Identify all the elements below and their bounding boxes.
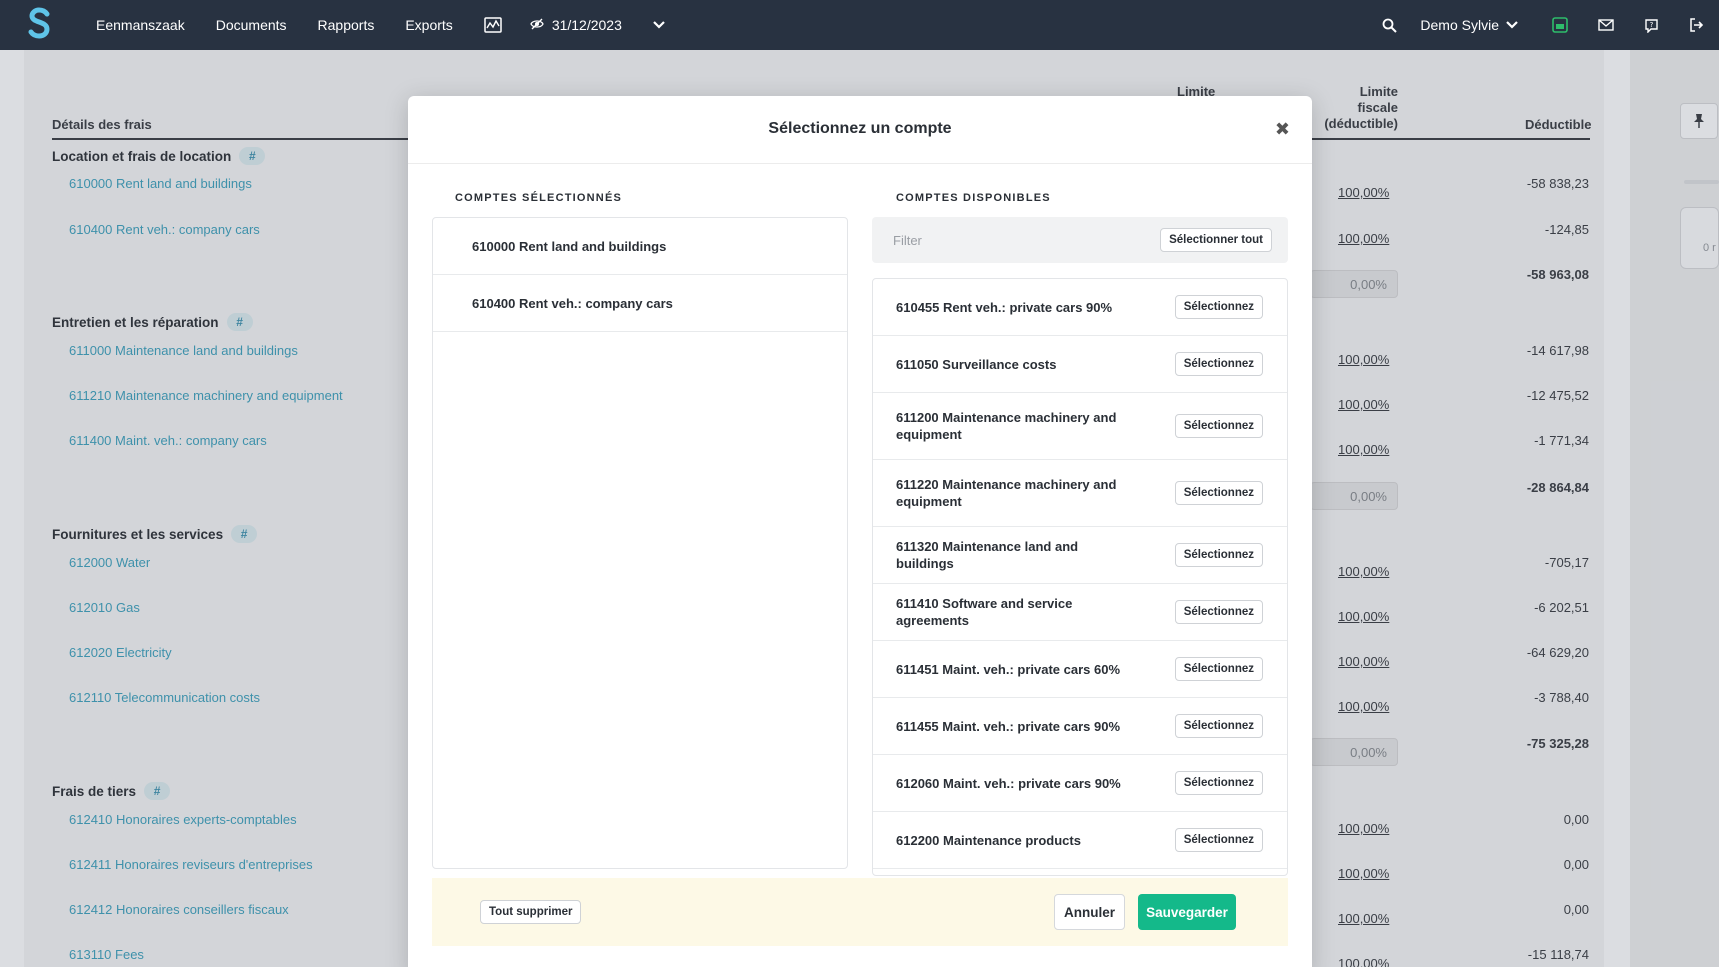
chevron-down-icon[interactable] <box>652 20 666 30</box>
available-account-item: 612200 Maintenance products Sélectionnez <box>873 812 1287 869</box>
save-button[interactable]: Sauvegarder <box>1138 894 1236 930</box>
user-name: Demo Sylvie <box>1420 17 1499 33</box>
available-account-item: 610455 Rent veh.: private cars 90% Sélec… <box>873 279 1287 336</box>
top-navbar: Eenmanszaak Documents Rapports Exports 3… <box>0 0 1719 50</box>
account-label: 611220 Maintenance machinery and equipme… <box>896 477 1117 509</box>
period-date: 31/12/2023 <box>551 17 622 33</box>
select-account-button[interactable]: Sélectionnez <box>1174 481 1263 505</box>
logout-icon[interactable] <box>1689 18 1704 32</box>
select-account-button[interactable]: Sélectionnez <box>1174 352 1263 376</box>
available-account-item: 611455 Maint. veh.: private cars 90% Sél… <box>873 698 1287 755</box>
available-account-item: 611410 Software and service agreements S… <box>873 584 1287 641</box>
available-accounts-title: COMPTES DISPONIBLES <box>896 192 1051 204</box>
account-label: 612200 Maintenance products <box>896 832 1081 848</box>
select-account-button[interactable]: Sélectionnez <box>1174 414 1263 438</box>
modal-footer: Tout supprimer Annuler Sauvegarder <box>432 878 1288 946</box>
selected-accounts-title: COMPTES SÉLECTIONNÉS <box>455 192 623 204</box>
modal-title: Sélectionnez un compte <box>768 120 952 137</box>
filter-bar: Sélectionner tout <box>872 217 1288 263</box>
period-selector[interactable]: 31/12/2023 <box>530 17 622 33</box>
available-account-item: 611320 Maintenance land and buildings Sé… <box>873 527 1287 584</box>
nav-rapports[interactable]: Rapports <box>318 17 375 33</box>
clear-all-button[interactable]: Tout supprimer <box>480 900 582 924</box>
filter-input[interactable] <box>872 217 1152 263</box>
eye-icon <box>530 17 544 33</box>
account-label: 611320 Maintenance land and buildings <box>896 539 1079 571</box>
select-account-button[interactable]: Sélectionnez <box>1174 543 1263 567</box>
account-label: 611200 Maintenance machinery and equipme… <box>896 410 1117 442</box>
app-logo[interactable] <box>28 7 52 43</box>
mail-icon[interactable] <box>1598 19 1614 31</box>
help-icon[interactable]: ? <box>1644 18 1659 33</box>
close-icon[interactable]: ✖ <box>1275 120 1290 138</box>
select-account-button[interactable]: Sélectionnez <box>1174 600 1263 624</box>
account-label: 611455 Maint. veh.: private cars 90% <box>896 718 1121 734</box>
svg-text:?: ? <box>1650 21 1654 29</box>
chart-icon[interactable] <box>484 17 502 33</box>
available-account-item: 611220 Maintenance machinery and equipme… <box>873 460 1287 527</box>
available-account-item: 611451 Maint. veh.: private cars 60% Sél… <box>873 641 1287 698</box>
select-account-button[interactable]: Sélectionnez <box>1174 657 1263 681</box>
app-badge-icon[interactable] <box>1552 17 1568 33</box>
available-accounts-list: 610455 Rent veh.: private cars 90% Sélec… <box>872 278 1288 876</box>
cancel-button[interactable]: Annuler <box>1054 894 1125 930</box>
account-label: 612060 Maint. veh.: private cars 90% <box>896 775 1121 791</box>
select-all-button[interactable]: Sélectionner tout <box>1160 228 1272 252</box>
account-label: 611410 Software and service agreements <box>896 596 1073 628</box>
nav-exports[interactable]: Exports <box>405 17 452 33</box>
modal-header: Sélectionnez un compte ✖ <box>408 96 1312 164</box>
search-icon[interactable] <box>1382 18 1398 33</box>
selected-account-item[interactable]: 610400 Rent veh.: company cars <box>433 275 847 332</box>
selected-account-item[interactable]: 610000 Rent land and buildings <box>433 218 847 275</box>
available-account-item: 612060 Maint. veh.: private cars 90% Sél… <box>873 755 1287 812</box>
select-account-button[interactable]: Sélectionnez <box>1174 714 1263 738</box>
nav-eenmanszaak[interactable]: Eenmanszaak <box>96 17 185 33</box>
available-account-item: 611200 Maintenance machinery and equipme… <box>873 393 1287 460</box>
user-menu[interactable]: Demo Sylvie <box>1420 17 1519 33</box>
account-label: 611050 Surveillance costs <box>896 356 1057 372</box>
nav-documents[interactable]: Documents <box>216 17 287 33</box>
account-select-modal: Sélectionnez un compte ✖ COMPTES SÉLECTI… <box>408 96 1312 967</box>
select-account-button[interactable]: Sélectionnez <box>1174 771 1263 795</box>
account-label: 610455 Rent veh.: private cars 90% <box>896 299 1113 315</box>
chevron-down-icon <box>1506 21 1518 29</box>
available-account-item: 611050 Surveillance costs Sélectionnez <box>873 336 1287 393</box>
select-account-button[interactable]: Sélectionnez <box>1174 295 1263 319</box>
select-account-button[interactable]: Sélectionnez <box>1174 828 1263 852</box>
selected-accounts-list: 610000 Rent land and buildings 610400 Re… <box>432 217 848 869</box>
account-label: 611451 Maint. veh.: private cars 60% <box>896 661 1121 677</box>
